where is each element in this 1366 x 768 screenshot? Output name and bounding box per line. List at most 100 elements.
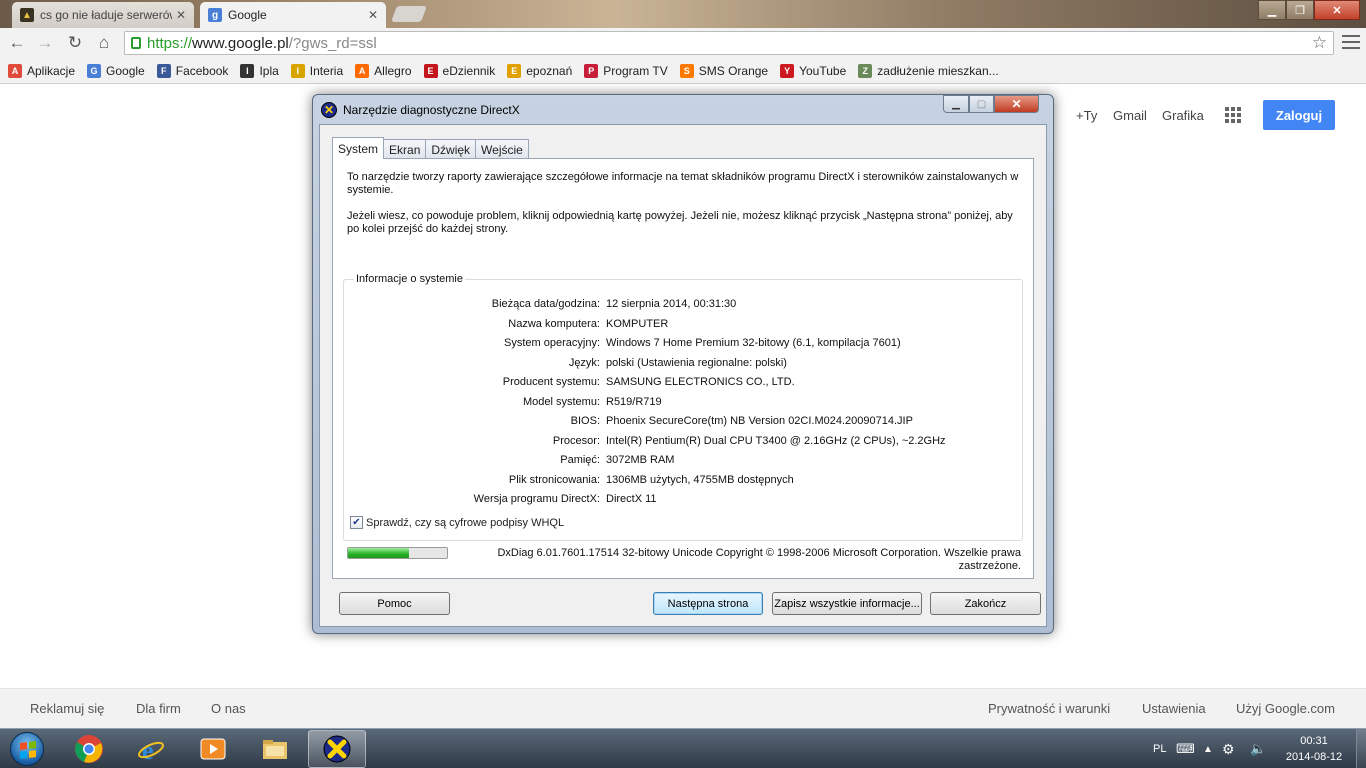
- info-value: DirectX 11: [606, 493, 657, 505]
- info-label: Producent systemu:: [502, 376, 600, 388]
- google-apps-icon[interactable]: [1225, 107, 1241, 123]
- minimize-window-button[interactable]: ▁: [1258, 0, 1286, 20]
- exit-button[interactable]: Zakończ: [930, 592, 1041, 615]
- show-hidden-icons-icon[interactable]: ▲: [1203, 729, 1213, 768]
- intro-paragraph: To narzędzie tworzy raporty zawierające …: [347, 171, 1019, 196]
- whql-checkbox[interactable]: ✔ Sprawdź, czy są cyfrowe podpisy WHQL: [350, 516, 564, 529]
- language-indicator[interactable]: PL: [1153, 729, 1166, 768]
- footer-link-privacy[interactable]: Prywatność i warunki: [988, 701, 1110, 716]
- browser-toolbar: ← → ↻ ⌂ https:// www.google.pl /?gws_rd=…: [0, 28, 1366, 58]
- info-value: 12 sierpnia 2014, 00:31:30: [606, 298, 737, 310]
- browser-menu-icon[interactable]: [1342, 33, 1360, 51]
- footer-link-business[interactable]: Dla firm: [136, 701, 181, 716]
- info-label: Procesor:: [552, 434, 600, 447]
- info-row: Bieżąca data/godzina: 12 sierpnia 2014, 0…: [344, 298, 1024, 312]
- tab-sound[interactable]: Dźwięk: [425, 139, 477, 159]
- facebook-icon: F: [156, 63, 171, 78]
- bookmark-item[interactable]: A Aplikacje: [8, 63, 76, 78]
- tab-input[interactable]: Wejście: [475, 139, 529, 159]
- bookmark-item[interactable]: S SMS Orange: [679, 63, 768, 78]
- internet-explorer-icon[interactable]: e: [122, 730, 180, 768]
- url-scheme: https://: [147, 34, 193, 52]
- tab-google[interactable]: g Google ✕: [200, 2, 386, 28]
- back-arrow-icon[interactable]: ←: [6, 32, 28, 54]
- info-label: Pamięć:: [560, 454, 600, 466]
- bookmark-label: eDziennik: [442, 63, 496, 78]
- info-row: Pamięć: 3072MB RAM: [344, 454, 1024, 468]
- footer-link-about[interactable]: O nas: [211, 701, 246, 716]
- info-label: Nazwa komputera:: [508, 317, 600, 330]
- steam-icon[interactable]: ⚙: [1222, 729, 1235, 768]
- bookmark-star-icon[interactable]: ☆: [1312, 33, 1327, 53]
- close-window-button[interactable]: ✕: [1314, 0, 1360, 20]
- tab-display[interactable]: Ekran: [383, 139, 427, 159]
- footer-link-google-com[interactable]: Użyj Google.com: [1236, 701, 1335, 716]
- show-desktop-button[interactable]: [1356, 729, 1366, 768]
- help-button[interactable]: Pomoc: [339, 592, 450, 615]
- bookmark-item[interactable]: Zzadłużenie mieszkan...: [858, 63, 999, 78]
- whql-label: Sprawdź, czy są cyfrowe podpisy WHQL: [366, 516, 565, 529]
- bookmark-item[interactable]: Y YouTube: [780, 63, 846, 78]
- dxdiag-close-button[interactable]: ✕: [994, 95, 1039, 113]
- forward-arrow-icon[interactable]: →: [34, 32, 56, 54]
- browser-titlebar: ▲ cs go nie ładuje serwerów ✕ g Google ✕…: [0, 0, 1366, 28]
- media-player-icon[interactable]: [184, 730, 242, 768]
- bookmark-label: Aplikacje: [27, 63, 76, 78]
- info-value: 1306MB użytych, 4755MB dostępnych: [606, 473, 794, 486]
- dxdiag-minimize-button[interactable]: ▁: [943, 95, 969, 113]
- info-value: Intel(R) Pentium(R) Dual CPU T3400 @ 2.1…: [606, 434, 946, 447]
- info-value: R519/R719: [606, 395, 662, 408]
- bookmark-item[interactable]: P Program TV: [584, 63, 668, 78]
- info-label: Model systemu:: [522, 395, 600, 408]
- bookmark-item[interactable]: I Interia: [290, 63, 343, 78]
- allegro-icon: A: [355, 63, 370, 78]
- file-explorer-icon[interactable]: [246, 730, 304, 768]
- bookmark-label: Ipla: [259, 63, 279, 78]
- copyright-text: DxDiag 6.01.7601.17514 32-bitowy Unicode…: [497, 547, 1021, 572]
- close-tab-icon[interactable]: ✕: [368, 8, 378, 22]
- footer-link-advertising[interactable]: Reklamuj się: [30, 701, 104, 716]
- new-tab-button[interactable]: [391, 6, 427, 22]
- progress-fill: [348, 548, 410, 558]
- checkbox-check-icon[interactable]: ✔: [350, 516, 363, 529]
- tab-title: cs go nie ładuje serwerów: [40, 8, 172, 22]
- url-host: www.google.pl: [192, 34, 289, 52]
- sign-in-button[interactable]: Zaloguj: [1263, 100, 1335, 130]
- link-gmail[interactable]: Gmail: [1113, 100, 1147, 130]
- bookmark-item[interactable]: I Ipla: [240, 63, 279, 78]
- bookmark-label: Facebook: [175, 63, 229, 78]
- intro-paragraph: Jeżeli wiesz, co powoduje problem, klikn…: [347, 210, 1013, 235]
- volume-icon[interactable]: 🔈: [1250, 729, 1266, 768]
- close-tab-icon[interactable]: ✕: [176, 8, 186, 22]
- youtube-icon: Y: [780, 63, 795, 78]
- maximize-window-button[interactable]: ❐: [1286, 0, 1314, 20]
- next-page-button[interactable]: Następna strona: [653, 592, 763, 615]
- tab-system[interactable]: System: [332, 137, 385, 159]
- ipla-icon: I: [240, 63, 255, 78]
- directx-icon[interactable]: [308, 730, 366, 768]
- bookmark-item[interactable]: Eepoznań: [507, 63, 572, 78]
- bookmarks-bar: A Aplikacje G Google F Facebook I Ipla I Interia A…: [0, 58, 1366, 84]
- bookmark-item[interactable]: F Facebook: [156, 63, 229, 78]
- orange-icon: S: [679, 63, 694, 78]
- chrome-icon[interactable]: [60, 730, 118, 768]
- reload-icon[interactable]: ↻: [64, 32, 86, 54]
- group-title: Informacje o systemie: [354, 273, 465, 285]
- tab-title: Google: [228, 8, 267, 22]
- link-images[interactable]: Grafika: [1162, 100, 1204, 130]
- start-button[interactable]: [2, 730, 52, 768]
- bookmark-item[interactable]: A Allegro: [355, 63, 412, 78]
- tab-cs-go[interactable]: ▲ cs go nie ładuje serwerów ✕: [12, 2, 194, 28]
- bookmark-label: Google: [106, 63, 145, 78]
- bookmark-item[interactable]: EeDziennik: [423, 63, 496, 78]
- system-clock[interactable]: 00:31 2014-08-12: [1274, 733, 1354, 765]
- bookmark-item[interactable]: G Google: [87, 63, 145, 78]
- interia-icon: I: [290, 63, 305, 78]
- keyboard-icon[interactable]: ⌨: [1176, 729, 1195, 768]
- home-icon[interactable]: ⌂: [93, 32, 115, 54]
- address-bar[interactable]: https:// www.google.pl /?gws_rd=ssl ☆: [124, 31, 1334, 55]
- dxdiag-tabs: System Ekran Dźwięk Wejście: [332, 137, 529, 159]
- link-plus-you[interactable]: +Ty: [1076, 100, 1097, 130]
- save-all-info-button[interactable]: Zapisz wszystkie informacje...: [772, 592, 922, 615]
- footer-link-settings[interactable]: Ustawienia: [1142, 701, 1206, 716]
